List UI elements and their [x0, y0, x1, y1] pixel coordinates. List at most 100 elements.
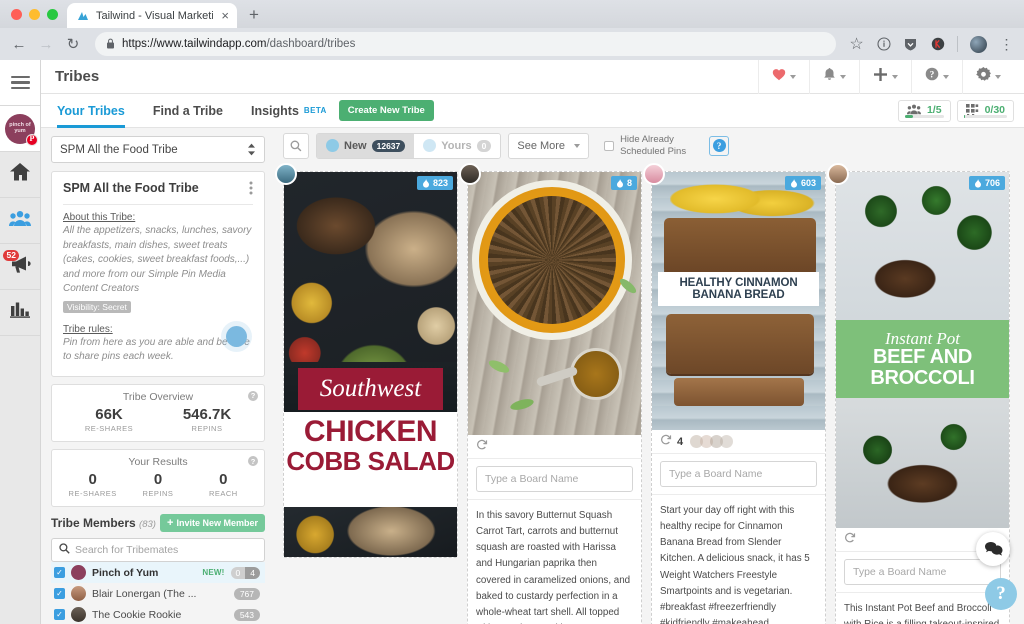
tab-your-tribes[interactable]: Your Tribes [55, 94, 139, 128]
pin-image[interactable]: Instant Pot BEEF AND BROCCOLI [836, 172, 1009, 528]
member-name: Blair Lonergan (The ... [92, 587, 197, 600]
board-name-input[interactable]: Type a Board Name [844, 559, 1001, 585]
invite-label: Invite New Member [176, 518, 258, 529]
window-controls[interactable] [8, 0, 67, 28]
hide-scheduled-toggle[interactable]: Hide Already Scheduled Pins [604, 134, 692, 158]
pin-image[interactable] [468, 172, 641, 435]
list-item[interactable]: ✓ The Cookie Rookie 543 [51, 604, 265, 624]
status-badge: 8 [610, 176, 637, 190]
pin-title-script: Instant Pot [884, 328, 961, 348]
new-indicator-dot [326, 139, 339, 152]
rail-item-tribes[interactable] [0, 198, 40, 244]
bookmark-star-icon[interactable]: ☆ [849, 36, 864, 53]
member-checkbox[interactable]: ✓ [54, 609, 65, 621]
filter-help-button[interactable]: ? [709, 135, 730, 156]
address-bar[interactable]: https://www.tailwindapp.com/dashboard/tr… [95, 32, 836, 56]
close-tab-icon[interactable]: × [219, 9, 231, 22]
chevron-down-icon [574, 143, 581, 148]
pin-card[interactable]: 603 HEALTHY CINNAMON BANANA BREAD 4 Type… [643, 163, 826, 624]
reshare-icon[interactable] [476, 439, 488, 454]
avatar [71, 586, 86, 602]
tribemate-search[interactable]: Search for Tribemates [51, 538, 265, 563]
chevron-down-icon [840, 74, 846, 79]
profile-avatar[interactable] [970, 35, 987, 53]
member-checkbox[interactable]: ✓ [54, 567, 65, 579]
tab-label: Your Tribes [57, 103, 125, 118]
tribe-select[interactable]: SPM All the Food Tribe [51, 136, 265, 163]
segment-new-count: 12637 [371, 139, 406, 152]
tribe-options-kebab-icon[interactable] [249, 181, 253, 196]
pins-quota-value: 0/30 [984, 103, 1005, 116]
chrome-menu-icon[interactable]: ⋮ [999, 37, 1014, 52]
new-tab-button[interactable]: + [249, 5, 259, 25]
member-checkbox[interactable]: ✓ [54, 588, 65, 600]
reshare-icon[interactable] [660, 434, 672, 449]
cursor-highlight-dot [226, 325, 247, 347]
list-item[interactable]: ✓ Pinch of Yum NEW! 0 4 [51, 562, 265, 584]
stat-label: RE-SHARES [84, 424, 134, 433]
support-help-button[interactable]: ? [985, 578, 1017, 610]
tab-label: Find a Tribe [152, 103, 223, 118]
avatar [459, 163, 481, 185]
info-circle-icon[interactable] [876, 37, 891, 52]
tab-find-a-tribe[interactable]: Find a Tribe [139, 94, 237, 128]
pin-card[interactable]: 8 Type a Board Name In this savory Butte… [459, 163, 642, 624]
shield-extension-icon[interactable] [903, 37, 918, 52]
browser-tab-title: Tailwind - Visual Marketing Su [96, 9, 214, 22]
list-item[interactable]: ✓ Blair Lonergan (The ... 767 [51, 583, 265, 604]
yours-indicator-dot [423, 139, 437, 152]
reshare-count: 4 [677, 435, 684, 448]
minimize-window-button[interactable] [29, 8, 40, 20]
pinterest-badge-icon: P [26, 133, 38, 146]
create-new-tribe-button[interactable]: Create New Tribe [338, 100, 434, 121]
member-count-right: 4 [245, 566, 260, 579]
avatar [71, 565, 86, 581]
pin-filter-segments[interactable]: New 12637 Yours 0 [316, 132, 502, 159]
pin-title-line1: BEEF AND [872, 345, 973, 368]
rail-item-analytics[interactable] [0, 290, 40, 336]
segment-new[interactable]: New 12637 [317, 133, 415, 158]
rail-item-promote[interactable]: 52 [0, 244, 40, 290]
extension-k-icon[interactable] [930, 37, 945, 52]
help-menu-button[interactable]: ? [911, 59, 962, 94]
favorites-button[interactable] [758, 59, 809, 94]
settings-button[interactable] [962, 59, 1014, 94]
url-domain: https://www.tailwindapp.com [122, 38, 267, 50]
chat-widget-button[interactable] [976, 532, 1010, 566]
tribes-quota-value: 1/5 [926, 103, 942, 116]
reshare-icon[interactable] [844, 532, 856, 547]
tab-bar: Your Tribes Find a Tribe Insights BETA C… [41, 94, 1024, 128]
badge-count: 8 [626, 178, 632, 188]
add-button[interactable] [859, 59, 911, 94]
segment-yours[interactable]: Yours 0 [414, 133, 501, 158]
browser-tab[interactable]: Tailwind - Visual Marketing Su × [67, 3, 237, 28]
see-more-dropdown[interactable]: See More [508, 132, 590, 159]
divider [63, 204, 253, 206]
board-name-input[interactable]: Type a Board Name [476, 466, 633, 492]
notifications-button[interactable] [809, 59, 859, 94]
help-icon[interactable]: ? [248, 390, 258, 401]
pin-card[interactable]: 823 Southwest CHICKEN COBB SALAD [275, 163, 458, 558]
invite-new-member-button[interactable]: + Invite New Member [160, 514, 265, 533]
pin-description: Start your day off right with this healt… [652, 494, 825, 624]
rail-item-home[interactable] [0, 152, 40, 198]
help-icon[interactable]: ? [248, 456, 258, 466]
badge-count: 603 [800, 178, 816, 188]
tribe-members-header: Tribe Members (83) + Invite New Member [51, 514, 265, 533]
flame-icon [974, 178, 981, 188]
search-pins-button[interactable] [283, 132, 309, 159]
tribes-quota-progress [904, 115, 944, 118]
rail-menu-toggle[interactable] [0, 60, 40, 106]
board-name-input[interactable]: Type a Board Name [660, 461, 817, 487]
forward-button[interactable]: → [37, 36, 55, 53]
avatar [275, 163, 297, 185]
maximize-window-button[interactable] [47, 8, 58, 20]
back-button[interactable]: ← [10, 36, 28, 53]
reload-button[interactable]: ↻ [64, 35, 82, 53]
hide-scheduled-checkbox[interactable] [604, 140, 615, 151]
pin-image[interactable]: HEALTHY CINNAMON BANANA BREAD [652, 172, 825, 430]
rail-account-avatar[interactable]: pinch of yum P [0, 106, 40, 152]
close-window-button[interactable] [11, 8, 22, 20]
tab-insights[interactable]: Insights [237, 94, 313, 128]
pin-image[interactable]: Southwest CHICKEN COBB SALAD [284, 172, 457, 557]
